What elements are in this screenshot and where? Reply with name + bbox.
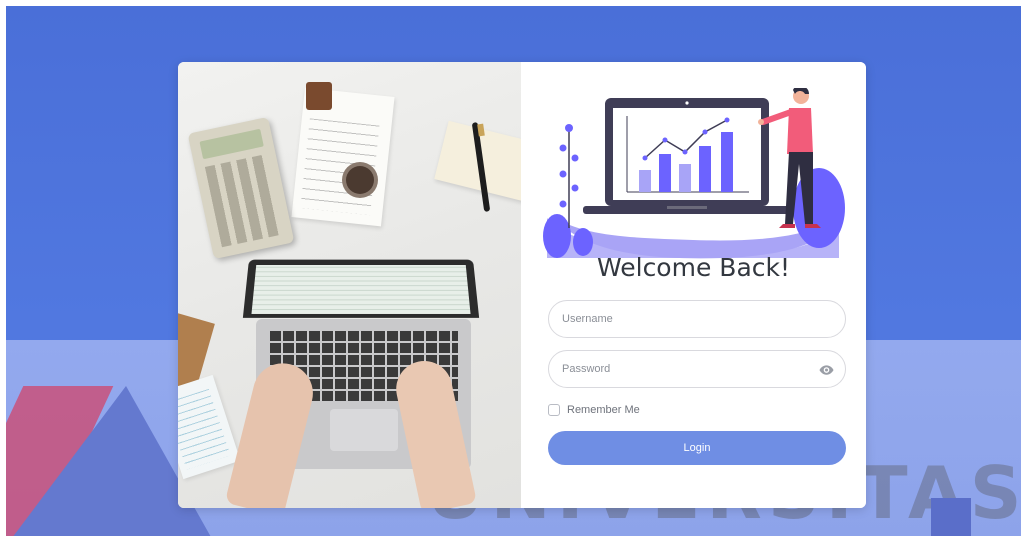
illustration-leaf [543, 214, 571, 258]
password-input[interactable] [549, 351, 845, 387]
photo-laptop-screen [242, 259, 480, 318]
watermark-logo-bar [931, 498, 971, 536]
login-button[interactable]: Login [548, 431, 846, 465]
illustration-bar [659, 154, 671, 192]
username-field [548, 300, 846, 338]
welcome-heading: Welcome Back! [596, 253, 791, 282]
illustration-bar [679, 164, 691, 192]
illustration-bar [699, 146, 711, 192]
photo-stamp [306, 82, 332, 110]
photo-calculator [187, 116, 295, 260]
workspace-photo [178, 62, 521, 508]
illustration-bar [721, 132, 733, 192]
password-field [548, 350, 846, 388]
eye-icon[interactable] [819, 363, 834, 377]
login-card: Welcome Back! Remember Me Login [178, 62, 866, 508]
illustration-bar [639, 170, 651, 192]
photo-seal [346, 166, 374, 194]
remember-me-checkbox[interactable] [548, 404, 560, 416]
remember-me-label: Remember Me [567, 404, 640, 416]
analytics-illustration [543, 88, 845, 259]
photo-document [178, 374, 241, 480]
login-form-panel: Welcome Back! Remember Me Login [521, 62, 866, 508]
remember-me[interactable]: Remember Me [548, 402, 640, 418]
username-input[interactable] [549, 301, 845, 337]
